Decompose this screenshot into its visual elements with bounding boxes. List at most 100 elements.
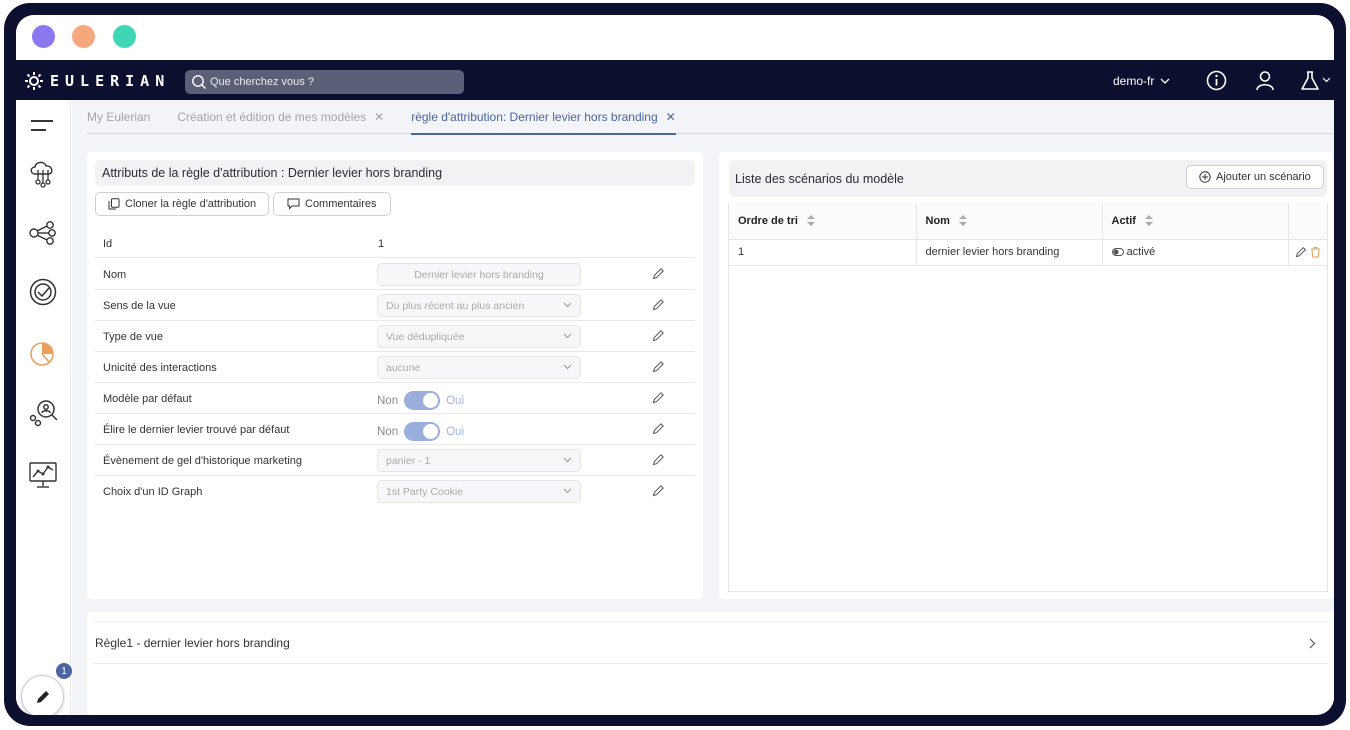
tab-label: règle d'attribution: Dernier levier hors… [411,109,658,124]
comment-icon [287,198,300,210]
sort-icon[interactable] [806,215,815,227]
tab-label: Création et édition de mes modèles [177,109,367,124]
row-id-graph: Choix d'un ID Graph 1st Party Cookie [95,476,695,507]
row-unicite: Unicité des interactions aucune [95,352,695,383]
tab-model-editing[interactable]: Création et édition de mes modèles ✕ [177,100,384,134]
column-header-sort-order[interactable]: Ordre de tri [729,203,917,240]
freeze-event-select[interactable]: panier - 1 [377,449,581,472]
pencil-icon[interactable] [652,267,665,280]
monitor-chart-icon[interactable] [28,460,58,490]
chevron-down-icon[interactable] [1322,77,1331,83]
select-value: panier - 1 [386,454,431,467]
menu-icon[interactable] [31,120,53,132]
close-icon[interactable]: ✕ [666,110,676,124]
trash-icon[interactable] [1310,246,1321,258]
row-label: Nom [103,269,127,281]
default-model-toggle[interactable]: Non Oui [377,391,464,410]
pencil-icon[interactable] [652,298,665,311]
pencil-icon[interactable] [652,360,665,373]
name-field[interactable]: Dernier levier hors branding [377,263,581,286]
view-direction-select[interactable]: Du plus récent au plus ancien [377,294,581,317]
select-value: 1st Party Cookie [386,485,464,498]
row-sens: Sens de la vue Du plus récent au plus an… [95,290,695,321]
close-icon[interactable]: ✕ [374,110,384,124]
scenarios-table: Ordre de tri Nom Actif 1 dernier levier … [729,203,1327,266]
toggle-icon[interactable] [1111,248,1124,257]
comments-label: Commentaires [305,198,377,210]
row-label: Modèle par défaut [103,393,192,405]
rule-attributes-title: Attributs de la règle d'attribution : De… [95,160,695,186]
clone-rule-label: Cloner la règle d'attribution [125,198,257,210]
flask-icon[interactable] [1300,70,1320,91]
tab-bar: My Eulerian Création et édition de mes m… [87,100,1334,135]
clone-rule-button[interactable]: Cloner la règle d'attribution [95,192,270,216]
notification-badge: 1 [56,663,72,679]
column-header-name[interactable]: Nom [916,203,1103,240]
sort-icon[interactable] [959,215,968,227]
column-label: Ordre de tri [738,214,798,227]
toggle-on-label: Oui [446,425,465,438]
toggle-on-label: Oui [446,394,465,407]
toggle-switch[interactable] [404,391,441,410]
cloud-data-icon[interactable] [28,158,58,188]
eulerian-logo-icon [25,72,43,90]
tab-label: My Eulerian [87,109,151,124]
select-value: aucune [386,361,421,374]
table-row[interactable]: 1 dernier levier hors branding activé [729,239,1327,266]
row-label: Unicité des interactions [103,362,217,374]
view-type-select[interactable]: Vue dédupliquée [377,325,581,348]
row-label: Type de vue [103,331,163,343]
sort-icon[interactable] [1145,215,1154,227]
add-scenario-button[interactable]: Ajouter un scénario [1186,165,1324,189]
search-icon [192,75,206,89]
window-dot-purple[interactable] [32,25,55,48]
pencil-icon [36,690,49,703]
copy-icon [108,198,120,210]
rule-label: Règle1 - dernier levier hors branding [95,635,290,650]
row-label: Sens de la vue [103,300,176,312]
window-dot-green[interactable] [113,25,136,48]
row-elect-last-lever: Élire le dernier levier trouvé par défau… [95,414,695,445]
pencil-icon[interactable] [652,391,665,404]
column-label: Actif [1111,214,1136,227]
user-icon[interactable] [1255,70,1275,91]
target-check-icon[interactable] [28,277,58,307]
tab-my-eulerian[interactable]: My Eulerian [87,100,150,134]
chevron-down-icon [563,333,572,339]
tab-attribution-rule[interactable]: règle d'attribution: Dernier levier hors… [411,101,676,135]
pencil-icon[interactable] [1295,246,1307,258]
rule-list-item[interactable]: Règle1 - dernier levier hors branding [93,621,1328,664]
sidebar: 1 [16,100,72,715]
account-selector[interactable]: demo-fr [1113,74,1170,88]
top-navbar: EULERIAN Que cherchez vous ? demo-fr [16,60,1334,100]
chevron-right-icon[interactable] [1309,638,1316,649]
pencil-icon[interactable] [652,484,665,497]
chevron-down-icon [563,302,572,308]
elect-last-lever-toggle[interactable]: Non Oui [377,422,464,441]
pencil-icon[interactable] [652,422,665,435]
search-placeholder: Que cherchez vous ? [210,76,314,88]
cell-actions [1288,239,1327,266]
toggle-switch[interactable] [404,422,441,441]
chevron-down-icon [563,457,572,463]
comments-button[interactable]: Commentaires [273,192,391,216]
row-label: Id [103,238,113,250]
column-header-active[interactable]: Actif [1102,203,1289,240]
pie-chart-icon[interactable] [28,338,58,368]
magnifier-people-icon[interactable] [28,398,58,428]
pencil-icon[interactable] [652,453,665,466]
id-graph-select[interactable]: 1st Party Cookie [377,480,581,503]
search-input[interactable]: Que cherchez vous ? [185,70,464,94]
scenarios-title-text: Liste des scénarios du modèle [735,171,904,186]
rules-list-panel: Règle1 - dernier levier hors branding [87,612,1334,715]
row-type: Type de vue Vue dédupliquée [95,321,695,352]
row-label: Choix d'un ID Graph [103,486,203,498]
network-icon[interactable] [28,218,58,248]
pencil-icon[interactable] [652,329,665,342]
info-icon[interactable] [1206,70,1227,91]
brand-logo[interactable]: EULERIAN [24,71,170,91]
window-dot-orange[interactable] [72,25,95,48]
interaction-uniqueness-select[interactable]: aucune [377,356,581,379]
chevron-down-icon [1160,78,1170,84]
edit-fab-button[interactable] [21,675,64,715]
